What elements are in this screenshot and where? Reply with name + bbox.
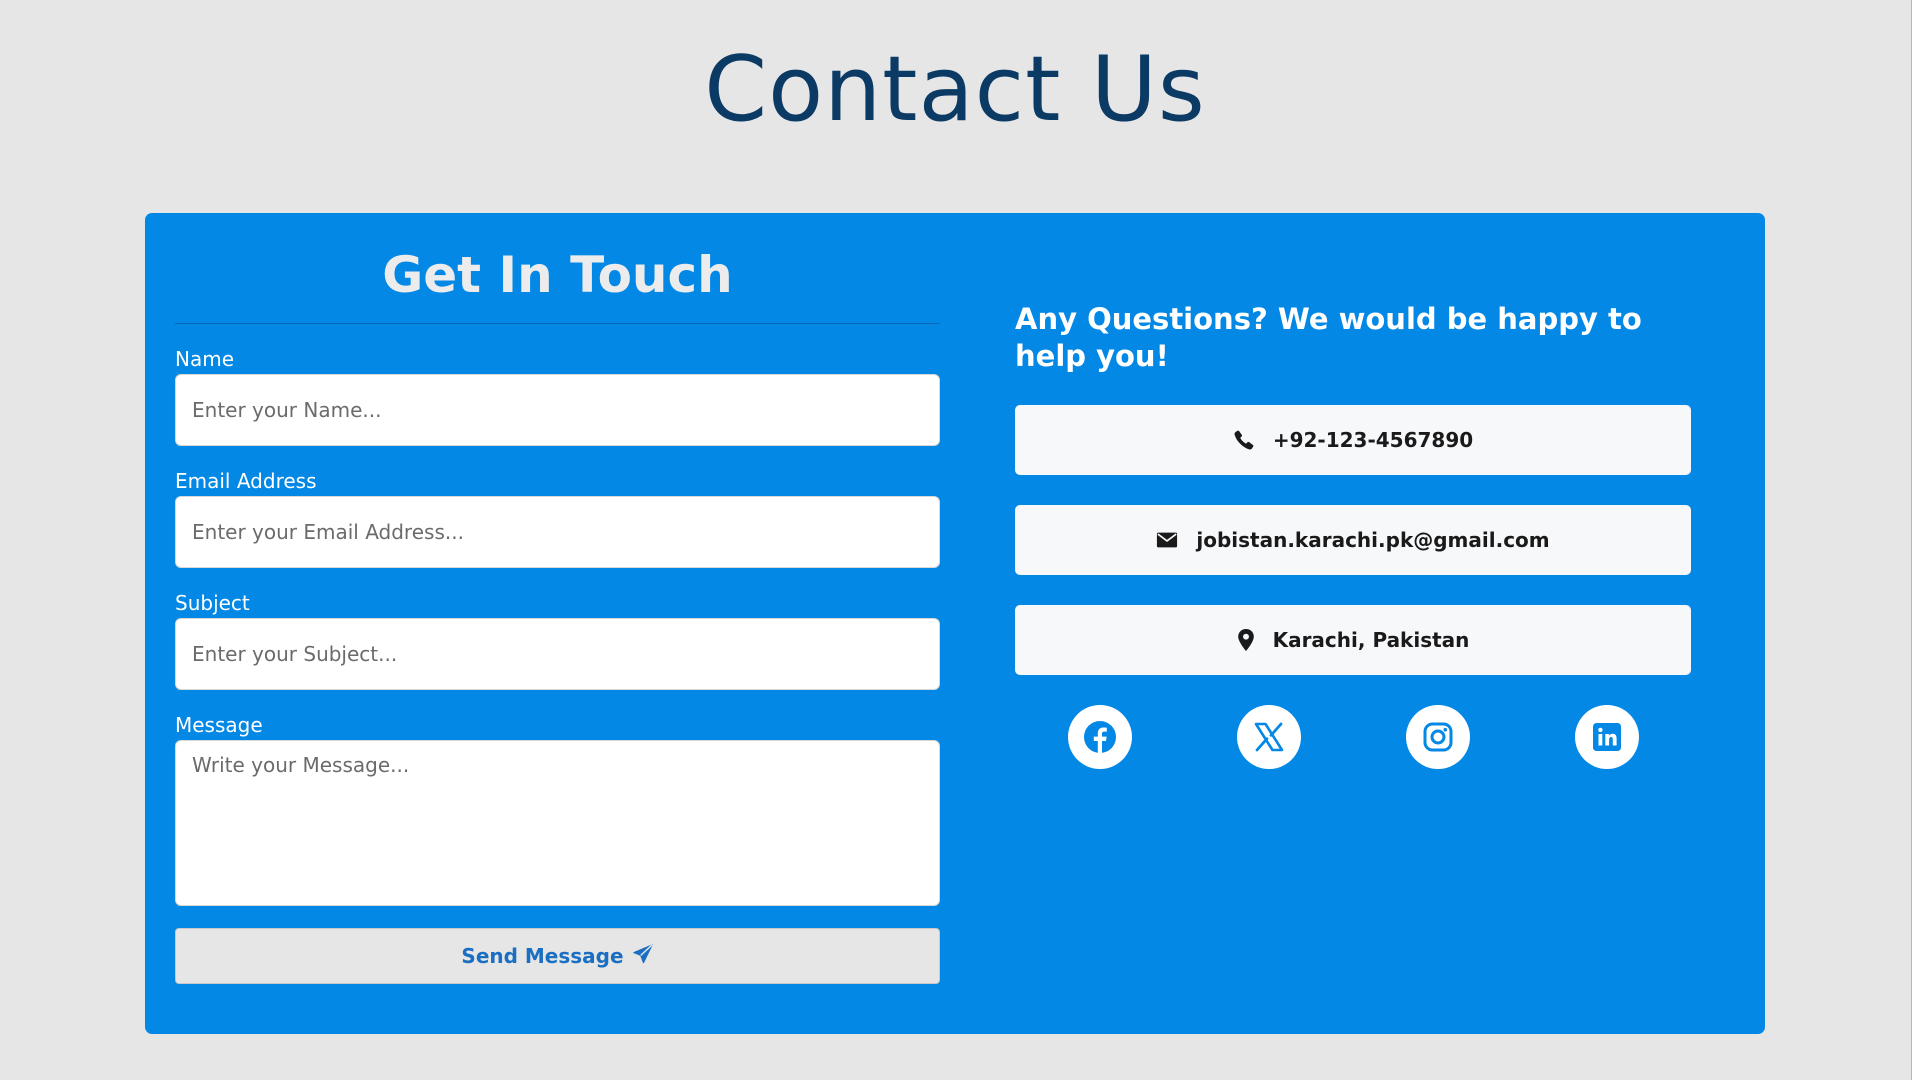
contact-card: Get In Touch Name Email Address Subject … xyxy=(145,213,1765,1034)
name-input[interactable] xyxy=(175,374,940,446)
email-input[interactable] xyxy=(175,496,940,568)
subject-label: Subject xyxy=(175,591,250,615)
name-label: Name xyxy=(175,347,235,371)
envelope-icon xyxy=(1156,531,1178,549)
paper-plane-icon xyxy=(632,943,654,970)
x-twitter-link[interactable] xyxy=(1237,705,1301,769)
send-message-button[interactable]: Send Message xyxy=(175,928,940,984)
info-heading: Any Questions? We would be happy to help… xyxy=(1015,302,1642,373)
send-message-label: Send Message xyxy=(461,944,624,968)
linkedin-link[interactable] xyxy=(1575,705,1639,769)
social-links xyxy=(1015,705,1691,769)
facebook-icon xyxy=(1083,720,1117,754)
phone-icon xyxy=(1233,429,1255,451)
linkedin-icon xyxy=(1592,722,1622,752)
instagram-link[interactable] xyxy=(1406,705,1470,769)
email-text: jobistan.karachi.pk@gmail.com xyxy=(1196,528,1550,552)
form-title: Get In Touch xyxy=(382,246,733,304)
location-text: Karachi, Pakistan xyxy=(1272,628,1470,652)
email-label: Email Address xyxy=(175,469,317,493)
instagram-icon xyxy=(1422,721,1454,753)
message-label: Message xyxy=(175,713,263,737)
subject-input[interactable] xyxy=(175,618,940,690)
location-box[interactable]: Karachi, Pakistan xyxy=(1015,605,1691,675)
email-box[interactable]: jobistan.karachi.pk@gmail.com xyxy=(1015,505,1691,575)
form-divider xyxy=(175,323,940,324)
phone-box[interactable]: +92-123-4567890 xyxy=(1015,405,1691,475)
page-title: Contact Us xyxy=(704,37,1206,142)
phone-text: +92-123-4567890 xyxy=(1272,428,1474,452)
message-textarea[interactable] xyxy=(175,740,940,906)
x-twitter-icon xyxy=(1254,722,1284,752)
map-pin-icon xyxy=(1237,629,1255,651)
facebook-link[interactable] xyxy=(1068,705,1132,769)
